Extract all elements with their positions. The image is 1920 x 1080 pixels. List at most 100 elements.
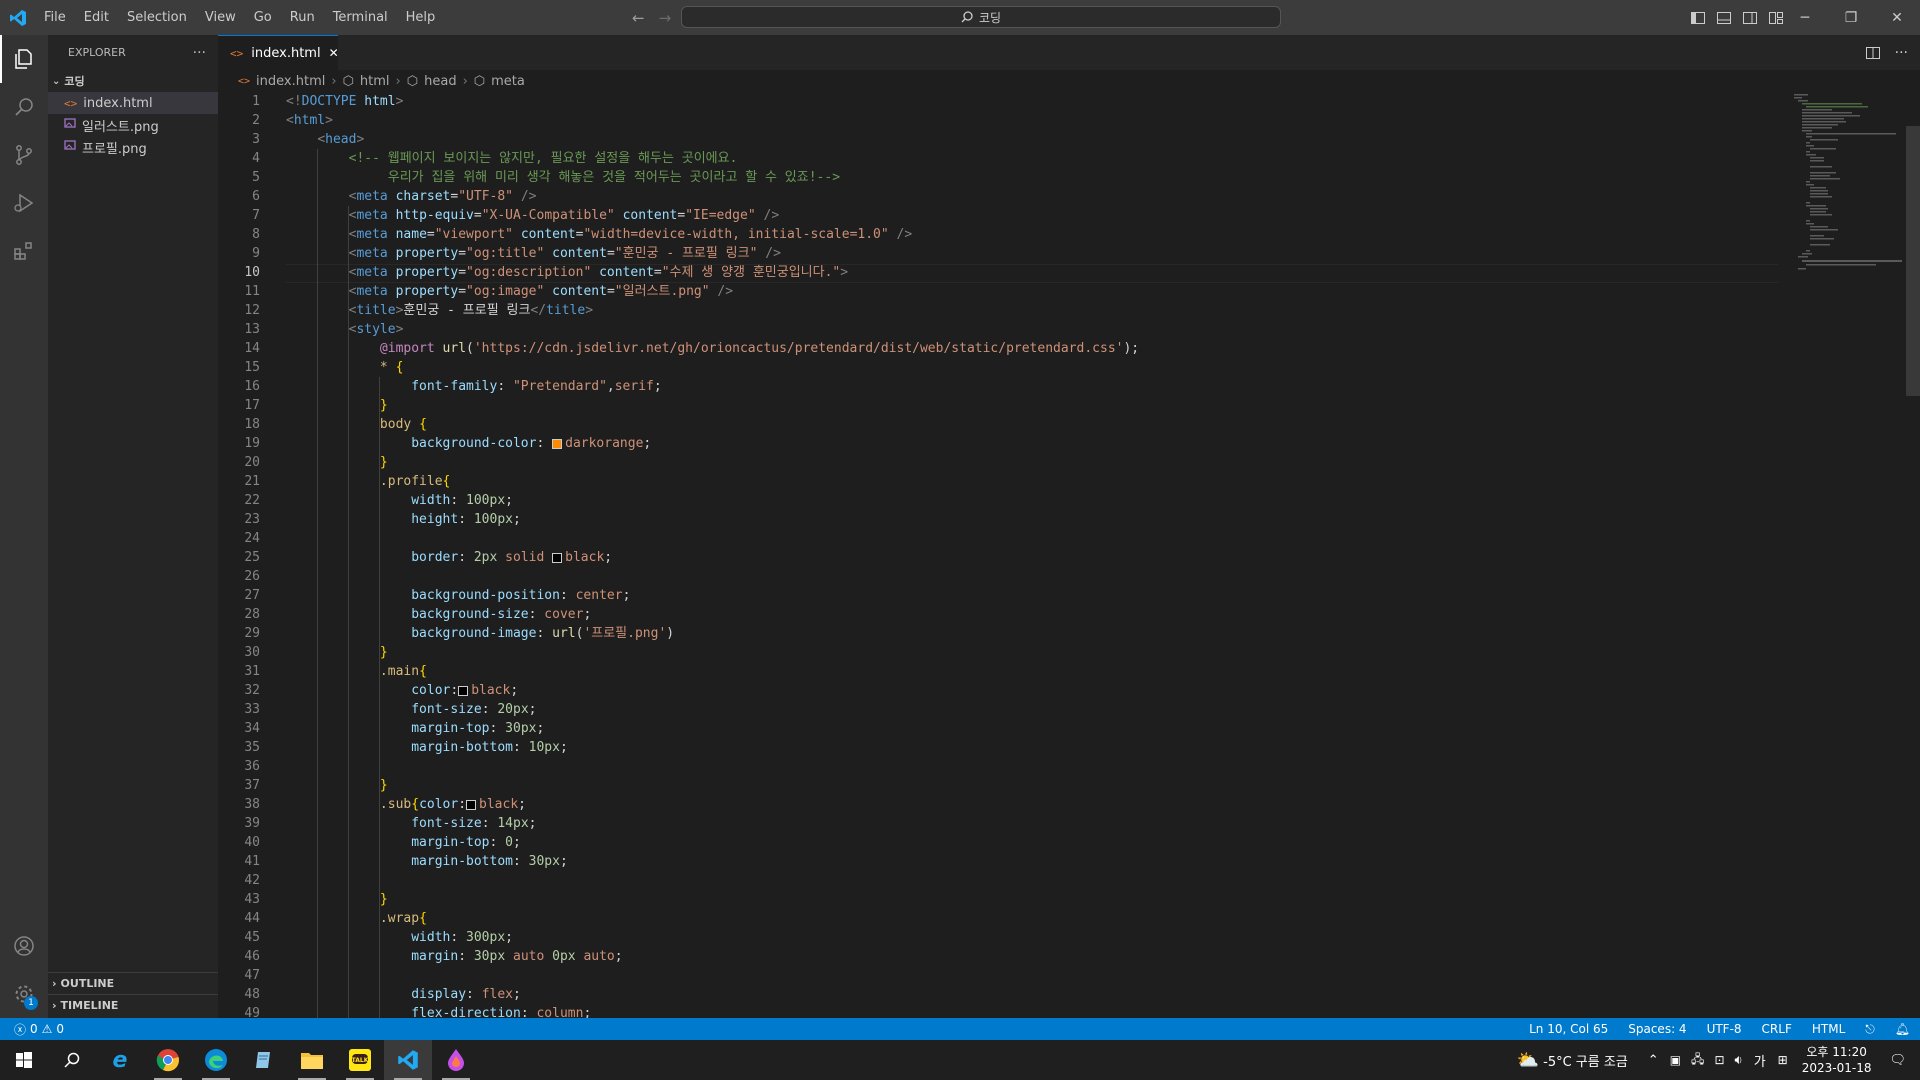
network-icon[interactable]: 🖧︎	[1686, 1050, 1709, 1071]
file-explorer-icon[interactable]	[288, 1040, 336, 1080]
extensions-icon[interactable]	[0, 227, 48, 275]
show-hidden-icons-icon[interactable]: ⌃	[1642, 1053, 1665, 1068]
code-editor[interactable]: 1 <!DOCTYPE html> 2 <html> 3 <head> 4 <!-- 웹페…	[218, 92, 1778, 1018]
minimap[interactable]	[1792, 92, 1907, 292]
accounts-icon[interactable]	[0, 922, 48, 970]
color-swatch[interactable]	[466, 799, 477, 810]
notifications-bell-icon[interactable]: 🔔︎	[1885, 1022, 1920, 1036]
menu-view[interactable]: View	[196, 0, 245, 35]
breadcrumb-item[interactable]: head	[424, 74, 456, 89]
run-debug-icon[interactable]	[0, 179, 48, 227]
notepad-icon[interactable]	[240, 1040, 288, 1080]
code-token: }	[379, 778, 388, 793]
minimize-icon[interactable]: ─	[1782, 0, 1828, 35]
manage-gear-icon[interactable]: 1	[0, 970, 48, 1018]
search-view-icon[interactable]	[0, 83, 48, 131]
image-file-icon	[64, 117, 76, 133]
windows-start-icon[interactable]	[0, 1040, 48, 1080]
weather-text[interactable]: -5°C 구름 조금	[1543, 1051, 1642, 1070]
code-token: }	[379, 455, 388, 470]
code-token: ;	[653, 379, 662, 394]
tab-index-html[interactable]: <> index.html ✕	[218, 35, 339, 70]
forward-arrow-icon[interactable]: →	[659, 9, 672, 27]
weather-icon[interactable]: ⛅	[1513, 1050, 1543, 1071]
language-mode[interactable]: HTML	[1802, 1022, 1855, 1036]
toggle-secondary-sidebar-icon[interactable]	[1742, 10, 1758, 26]
cursor-position[interactable]: Ln 10, Col 65	[1519, 1022, 1618, 1036]
code-line: height: 100px;	[286, 510, 521, 529]
notifications-icon[interactable]: 🗨︎	[1879, 1053, 1920, 1068]
toggle-primary-sidebar-icon[interactable]	[1690, 10, 1706, 26]
activity-bar: 1	[0, 35, 48, 1018]
color-drop-app-icon[interactable]	[432, 1040, 480, 1080]
ime-indicator[interactable]: 가	[1748, 1051, 1772, 1070]
kakaotalk-icon[interactable]: TALK	[336, 1040, 384, 1080]
source-control-icon[interactable]	[0, 131, 48, 179]
command-center-search[interactable]: 코딩	[681, 6, 1281, 28]
editor-scrollbar[interactable]	[1906, 126, 1920, 396]
menu-selection[interactable]: Selection	[118, 0, 196, 35]
back-arrow-icon[interactable]: ←	[632, 9, 645, 27]
code-token: display	[411, 987, 467, 1002]
code-token: html	[364, 94, 396, 109]
code-token: @import	[379, 341, 435, 356]
color-swatch[interactable]	[552, 438, 563, 449]
line-number: 47	[244, 968, 260, 983]
code-token: font-size	[411, 816, 482, 831]
line-number: 35	[244, 740, 260, 755]
file-item-index-html[interactable]: <> index.html	[48, 92, 218, 114]
close-window-icon[interactable]: ✕	[1874, 0, 1920, 35]
ime-mode-icon[interactable]: ⊞	[1772, 1053, 1794, 1067]
menu-run[interactable]: Run	[281, 0, 324, 35]
outline-section[interactable]: › OUTLINE	[48, 972, 218, 994]
end-of-line[interactable]: CRLF	[1752, 1022, 1802, 1036]
restore-icon[interactable]: ❐	[1828, 0, 1874, 35]
problems-indicator[interactable]: ⓧ 0 ⚠ 0	[0, 1021, 64, 1038]
menu-file[interactable]: File	[35, 0, 75, 35]
folder-row[interactable]: ⌄ 코딩	[48, 70, 218, 92]
edge-icon[interactable]	[192, 1040, 240, 1080]
breadcrumb-item[interactable]: index.html	[256, 74, 325, 89]
menu-go[interactable]: Go	[245, 0, 281, 35]
timeline-section[interactable]: › TIMELINE	[48, 994, 218, 1016]
code-token: <!	[286, 94, 302, 109]
breadcrumb-item[interactable]: meta	[491, 74, 525, 89]
indentation[interactable]: Spaces: 4	[1618, 1022, 1696, 1036]
clock[interactable]: 오후 11:20 2023-01-18	[1794, 1044, 1880, 1076]
code-token: charset	[395, 189, 451, 204]
toggle-panel-icon[interactable]	[1716, 10, 1732, 26]
explorer-icon[interactable]	[0, 35, 48, 83]
code-token: darkorange	[565, 436, 644, 451]
close-tab-icon[interactable]: ✕	[329, 46, 339, 60]
menu-edit[interactable]: Edit	[75, 0, 118, 35]
taskbar-search-icon[interactable]	[48, 1040, 96, 1080]
tray-app-icon[interactable]: ▣	[1665, 1053, 1686, 1067]
menu-help[interactable]: Help	[397, 0, 445, 35]
chrome-icon[interactable]	[144, 1040, 192, 1080]
display-icon[interactable]: ⊡	[1709, 1053, 1729, 1067]
menu-terminal[interactable]: Terminal	[324, 0, 397, 35]
internet-explorer-icon[interactable]: e	[96, 1040, 144, 1080]
file-item-illust-png[interactable]: 일러스트.png	[48, 114, 218, 136]
vscode-logo-icon	[0, 0, 35, 35]
color-swatch[interactable]	[458, 685, 469, 696]
breadcrumb-item[interactable]: html	[360, 74, 390, 89]
code-token: background-size	[411, 607, 529, 622]
live-share-icon[interactable]: ⎋	[1855, 1022, 1885, 1037]
file-item-profile-png[interactable]: 프로필.png	[48, 136, 218, 158]
file-encoding[interactable]: UTF-8	[1697, 1022, 1752, 1036]
volume-icon[interactable]: 🔉︎	[1730, 1053, 1748, 1068]
line-number: 8	[252, 227, 260, 242]
split-editor-icon[interactable]	[1865, 45, 1881, 61]
color-swatch[interactable]	[552, 552, 563, 563]
vscode-taskbar-icon[interactable]	[384, 1040, 432, 1080]
editor-more-actions-icon[interactable]: ···	[1895, 45, 1908, 61]
more-actions-icon[interactable]: ···	[193, 45, 206, 61]
